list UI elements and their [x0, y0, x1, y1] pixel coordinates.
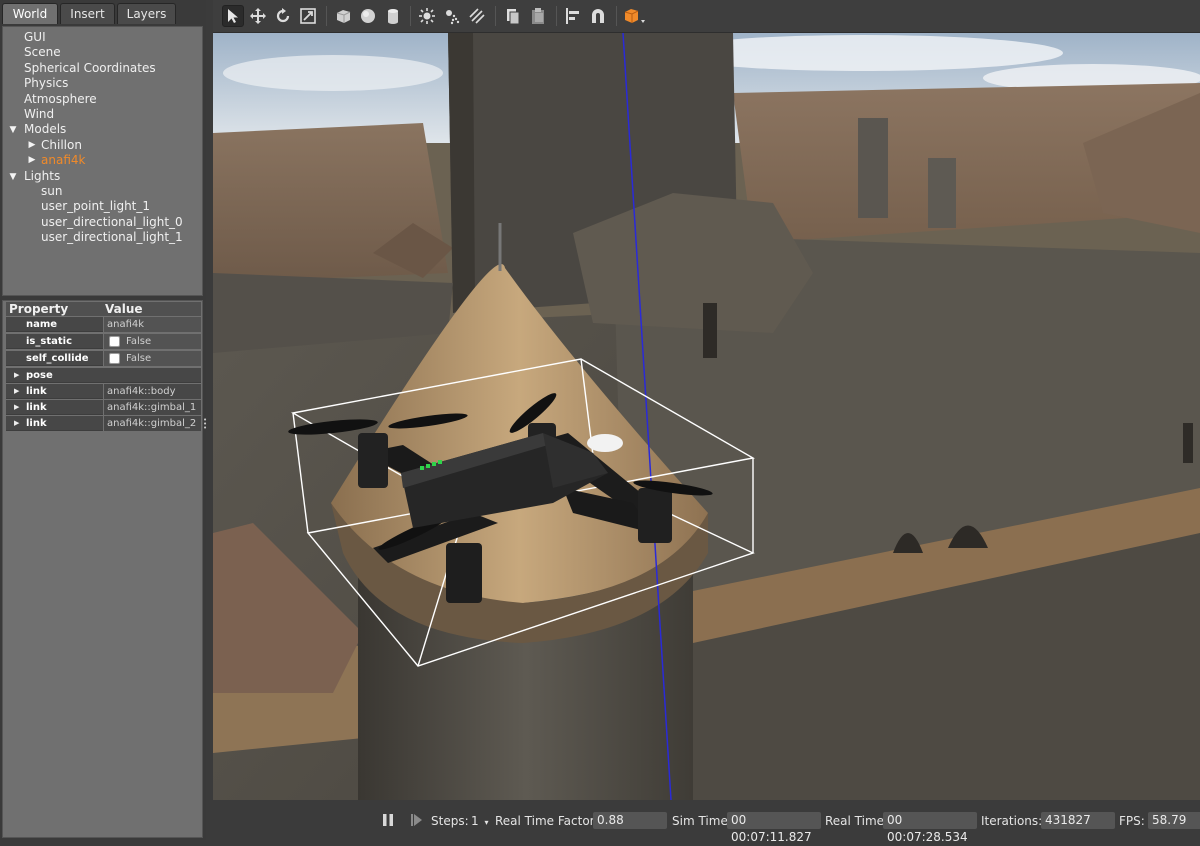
align-icon[interactable]: [562, 5, 584, 27]
tree-item-sun[interactable]: sun: [41, 184, 62, 199]
link-value: anafi4k::gimbal_2: [104, 416, 201, 431]
link-value: anafi4k::body: [104, 384, 201, 399]
toolbar-separator: [556, 6, 557, 26]
spot-light-icon[interactable]: [441, 5, 463, 27]
snap-icon[interactable]: [587, 5, 609, 27]
property-key: link: [26, 386, 47, 397]
real-time-value: 00 00:07:28.534: [883, 812, 977, 844]
property-key: self_collide: [6, 351, 103, 366]
property-row-link[interactable]: ▶ link anafi4k::gimbal_2: [6, 416, 201, 432]
rotate-icon[interactable]: [272, 5, 294, 27]
property-row-link[interactable]: ▶ link anafi4k::body: [6, 384, 201, 400]
self-collide-label: False: [126, 353, 152, 364]
property-key: link: [26, 402, 47, 413]
left-panel: World Insert Layers GUI Scene Spherical …: [0, 0, 207, 840]
steps-label: Steps:: [431, 814, 469, 828]
toolbar: [213, 0, 1200, 33]
self-collide-checkbox[interactable]: [109, 353, 120, 364]
panel-resize-handle[interactable]: • • •: [203, 417, 207, 432]
world-tree: GUI Scene Spherical Coordinates Physics …: [2, 26, 203, 296]
property-column-header: Property: [9, 302, 69, 316]
tree-item-models[interactable]: Models: [24, 122, 66, 137]
select-icon[interactable]: [222, 5, 244, 27]
property-row-is-static: is_static False: [6, 334, 201, 350]
property-header: Property Value: [6, 302, 201, 316]
sim-time-value: 00 00:07:11.827: [727, 812, 821, 844]
tree-item-spherical-coordinates[interactable]: Spherical Coordinates: [24, 61, 156, 76]
toolbar-separator: [410, 6, 411, 26]
property-key: is_static: [6, 334, 103, 349]
scene-viewport[interactable]: [213, 33, 1200, 800]
point-light-icon[interactable]: [416, 5, 438, 27]
rtf-value: 0.88: [593, 812, 667, 829]
property-panel: Property Value name anafi4k is_static Fa…: [2, 300, 203, 838]
tree-item-user-directional-light-1[interactable]: user_directional_light_1: [41, 230, 183, 245]
is-static-label: False: [126, 336, 152, 347]
property-row-name: name anafi4k: [6, 317, 201, 333]
cylinder-icon[interactable]: [382, 5, 404, 27]
toolbar-separator: [326, 6, 327, 26]
value-column-header: Value: [105, 302, 143, 316]
tree-item-user-point-light-1[interactable]: user_point_light_1: [41, 199, 150, 214]
rtf-label: Real Time Factor:: [495, 814, 599, 828]
view-angle-icon[interactable]: [621, 5, 649, 27]
tree-item-anafi4k[interactable]: anafi4k: [41, 153, 85, 168]
toolbar-separator: [495, 6, 496, 26]
tree-item-user-directional-light-0[interactable]: user_directional_light_0: [41, 215, 183, 230]
copy-icon[interactable]: [502, 5, 524, 27]
status-bar: Steps: 1 ▾ Real Time Factor: 0.88 Sim Ti…: [213, 800, 1200, 844]
step-icon[interactable]: [410, 813, 424, 827]
property-value-self-collide: False: [104, 351, 201, 366]
scale-icon[interactable]: [297, 5, 319, 27]
tree-item-lights[interactable]: Lights: [24, 169, 60, 184]
tree-item-scene[interactable]: Scene: [24, 45, 61, 60]
tree-item-chillon[interactable]: Chillon: [41, 138, 82, 153]
link-value: anafi4k::gimbal_1: [104, 400, 201, 415]
expand-right-icon[interactable]: ▶: [27, 155, 37, 165]
expand-right-icon[interactable]: ▶: [14, 416, 19, 431]
property-row-self-collide: self_collide False: [6, 351, 201, 367]
fps-label: FPS:: [1119, 814, 1145, 828]
tab-insert[interactable]: Insert: [60, 3, 115, 24]
is-static-checkbox[interactable]: [109, 336, 120, 347]
fps-value: 58.79: [1148, 812, 1200, 829]
tab-world[interactable]: World: [2, 3, 58, 24]
real-time-label: Real Time:: [825, 814, 889, 828]
sim-time-label: Sim Time:: [672, 814, 732, 828]
sphere-icon[interactable]: [357, 5, 379, 27]
expand-down-icon[interactable]: ▼: [8, 125, 18, 135]
tab-bar: World Insert Layers: [0, 0, 206, 26]
pause-icon[interactable]: [381, 813, 395, 827]
tree-item-atmosphere[interactable]: Atmosphere: [24, 92, 97, 107]
tree-item-gui[interactable]: GUI: [24, 30, 46, 45]
property-key: pose: [26, 370, 53, 381]
property-value-is-static: False: [104, 334, 201, 349]
tree-item-physics[interactable]: Physics: [24, 76, 68, 91]
property-row-pose[interactable]: ▶ pose: [6, 368, 201, 384]
steps-value[interactable]: 1 ▾: [471, 814, 488, 828]
steps-number: 1: [471, 814, 479, 828]
expand-right-icon[interactable]: ▶: [14, 384, 19, 399]
property-row-link[interactable]: ▶ link anafi4k::gimbal_1: [6, 400, 201, 416]
chevron-down-icon[interactable]: ▾: [484, 818, 488, 827]
translate-icon[interactable]: [247, 5, 269, 27]
box-icon[interactable]: [332, 5, 354, 27]
expand-down-icon[interactable]: ▼: [8, 172, 18, 182]
property-key: link: [26, 418, 47, 429]
tab-layers[interactable]: Layers: [117, 3, 176, 24]
expand-right-icon[interactable]: ▶: [27, 140, 37, 150]
expand-right-icon[interactable]: ▶: [14, 400, 19, 415]
iterations-label: Iterations:: [981, 814, 1043, 828]
scene-render: [213, 33, 1200, 800]
paste-icon[interactable]: [527, 5, 549, 27]
tree-item-wind[interactable]: Wind: [24, 107, 54, 122]
expand-right-icon[interactable]: ▶: [14, 368, 19, 383]
property-key: name: [6, 317, 103, 332]
directional-light-icon[interactable]: [466, 5, 488, 27]
iterations-value: 431827: [1041, 812, 1115, 829]
toolbar-separator: [616, 6, 617, 26]
property-value-name[interactable]: anafi4k: [104, 317, 201, 332]
